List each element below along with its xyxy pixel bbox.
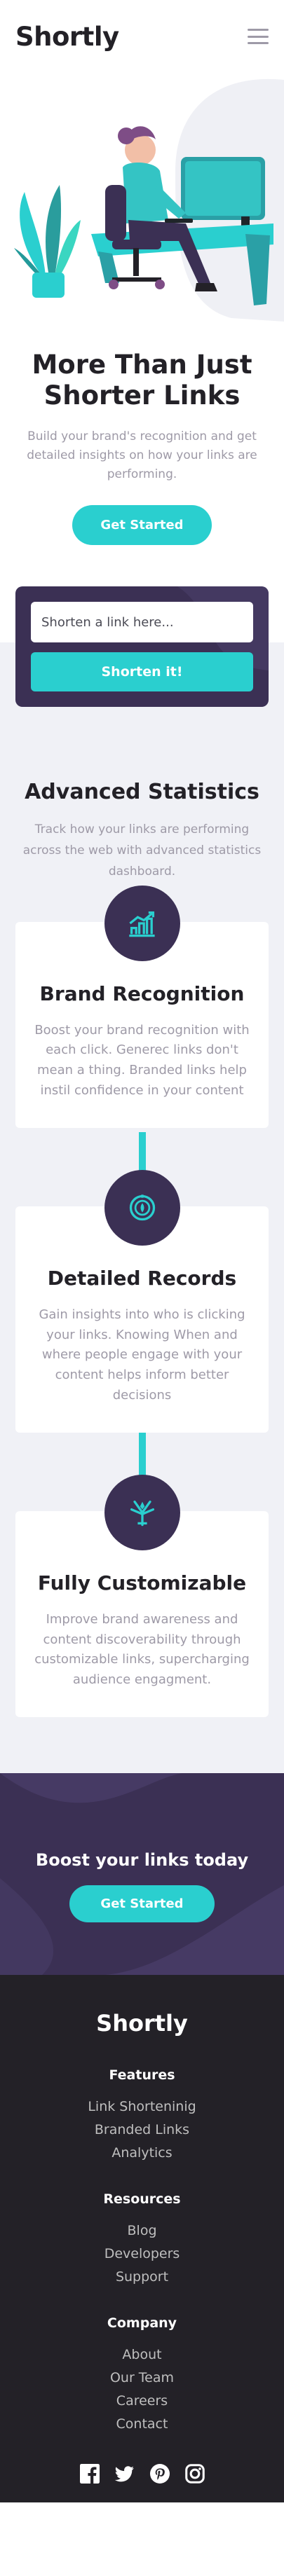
feature-card: Fully Customizable Improve brand awarene…	[15, 1474, 269, 1717]
footer-column-features: Features Link Shorteninig Branded Links …	[0, 2067, 284, 2165]
footer-link[interactable]: Our Team	[0, 2367, 284, 2390]
fully-customizable-icon	[104, 1474, 180, 1550]
footer-link[interactable]: Developers	[0, 2243, 284, 2266]
pinterest-icon[interactable]	[149, 2463, 170, 2484]
footer-logo[interactable]: Shortly	[0, 2010, 284, 2037]
hero-section: More Than Just Shorter Links Build your …	[0, 329, 284, 546]
facebook-icon[interactable]	[79, 2463, 100, 2484]
shorten-link-input[interactable]	[31, 602, 253, 643]
detailed-records-icon	[104, 1169, 180, 1246]
footer-link[interactable]: Contact	[0, 2413, 284, 2436]
card-text: Gain insights into who is clicking your …	[39, 1307, 245, 1403]
boost-title: Boost your links today	[35, 1850, 249, 1870]
footer-link[interactable]: Blog	[0, 2219, 284, 2243]
instagram-icon[interactable]	[184, 2464, 205, 2484]
footer-column-resources: Resources Blog Developers Support	[0, 2191, 284, 2289]
feature-card: Detailed Records Gain insights into who …	[15, 1169, 269, 1433]
footer-column-company: Company About Our Team Careers Contact	[0, 2315, 284, 2436]
boost-get-started-button[interactable]: Get Started	[69, 1885, 215, 1922]
advanced-statistics-section: Advanced Statistics Track how your links…	[0, 707, 284, 1773]
footer-column-title: Features	[109, 2067, 175, 2083]
boost-section: Boost your links today Get Started	[0, 1772, 284, 1975]
card-title: Fully Customizable	[37, 1571, 247, 1594]
brand-recognition-icon	[104, 885, 180, 961]
statistics-description: Track how your links are performing acro…	[22, 822, 262, 879]
footer-link[interactable]: About	[0, 2343, 284, 2367]
card-title: Detailed Records	[47, 1266, 237, 1290]
footer-link[interactable]: Branded Links	[0, 2119, 284, 2142]
decorative-wave-background	[0, 1772, 284, 1975]
logo[interactable]: Shortly	[15, 22, 119, 52]
footer-link[interactable]: Careers	[0, 2390, 284, 2413]
shorten-it-button[interactable]: Shorten it!	[31, 652, 253, 692]
hamburger-menu-icon[interactable]	[248, 29, 269, 44]
card-text: Boost your brand recognition with each c…	[34, 1022, 250, 1098]
get-started-button[interactable]: Get Started	[72, 505, 212, 546]
footer-link[interactable]: Support	[0, 2266, 284, 2289]
person-working-at-desk-illustration	[0, 73, 284, 329]
twitter-icon[interactable]	[114, 2464, 135, 2484]
shorten-form: Shorten it!	[15, 586, 269, 708]
hero-title: More Than Just Shorter Links	[32, 350, 252, 411]
feature-card: Brand Recognition Boost your brand recog…	[15, 885, 269, 1128]
site-header: Shortly	[0, 0, 284, 73]
statistics-title: Advanced Statistics	[25, 780, 259, 805]
footer-link[interactable]: Analytics	[0, 2142, 284, 2165]
footer-link[interactable]: Link Shorteninig	[0, 2095, 284, 2119]
feature-cards: Brand Recognition Boost your brand recog…	[15, 885, 269, 1717]
site-footer: Shortly Features Link Shorteninig Brande…	[0, 1974, 284, 2502]
footer-column-title: Company	[107, 2315, 177, 2331]
card-title: Brand Recognition	[39, 982, 245, 1005]
social-links	[0, 2463, 284, 2484]
footer-column-title: Resources	[103, 2191, 181, 2207]
hero-description: Build your brand's recognition and get d…	[27, 429, 257, 482]
shorten-section: Shorten it!	[0, 586, 284, 713]
card-text: Improve brand awareness and content disc…	[34, 1611, 250, 1688]
